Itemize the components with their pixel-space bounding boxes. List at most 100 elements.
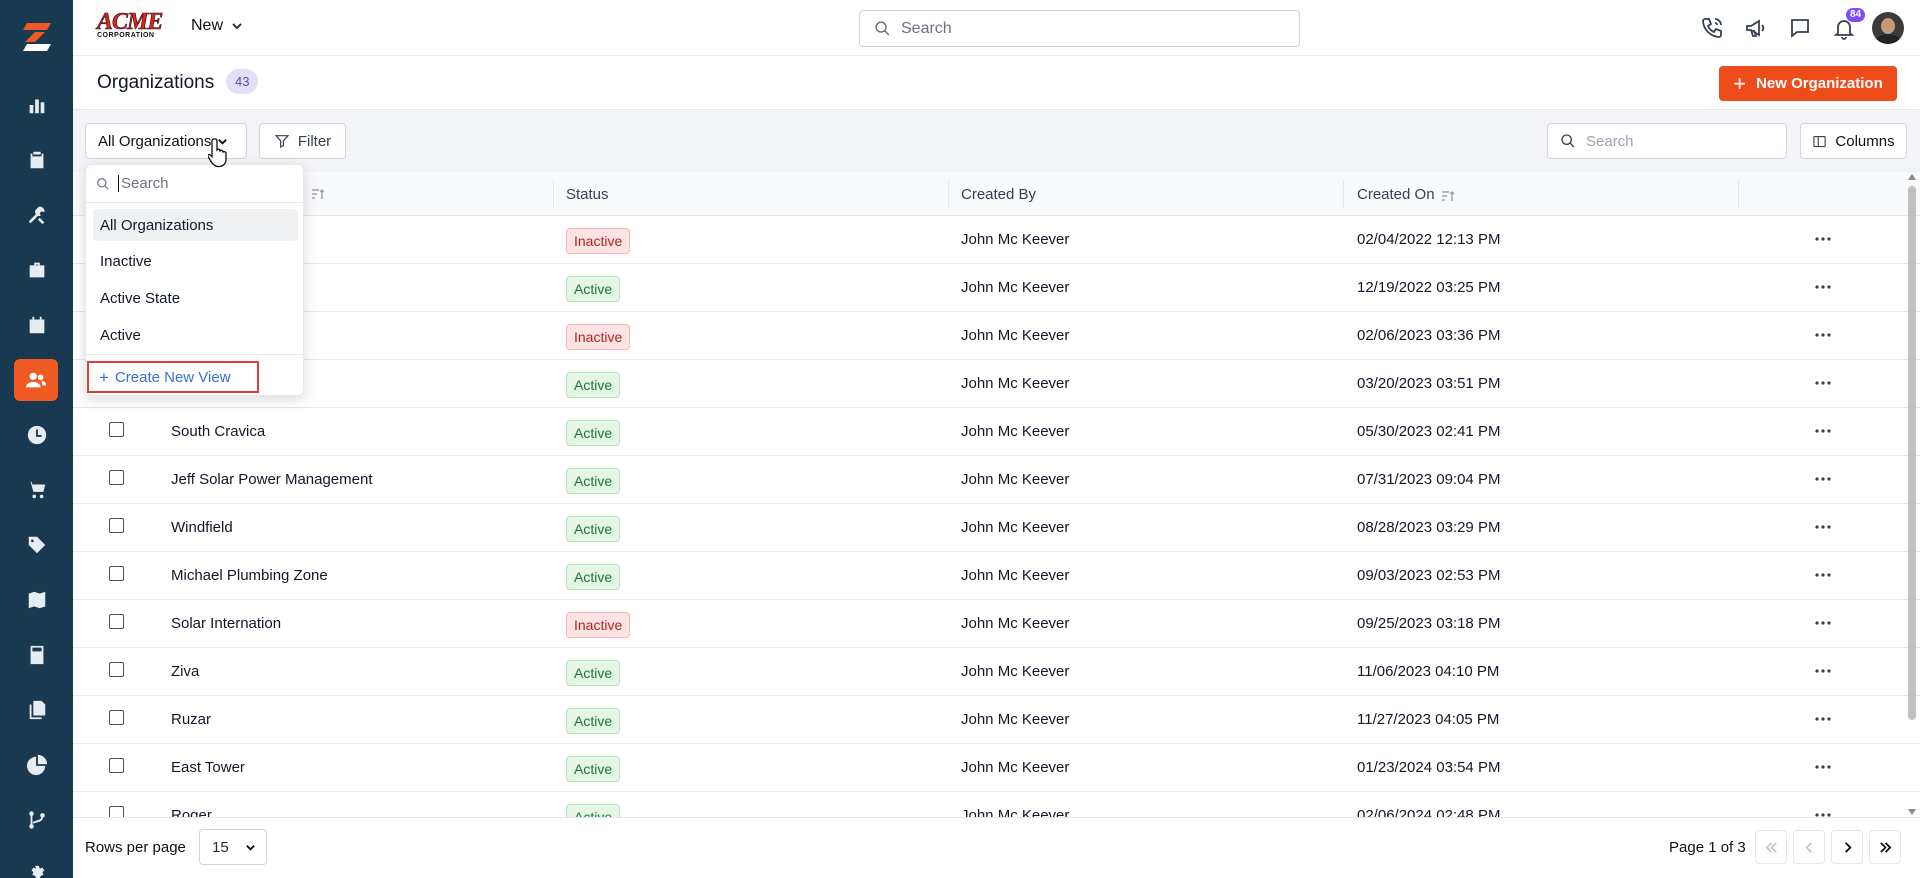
dropdown-option-inactive[interactable]: Inactive bbox=[93, 245, 298, 277]
column-header-created-on[interactable]: Created On bbox=[1357, 186, 1455, 203]
sidebar-item-briefcase[interactable] bbox=[0, 249, 73, 291]
organization-name[interactable]: Windfield bbox=[171, 519, 233, 536]
view-select-label: All Organizations bbox=[98, 132, 212, 150]
row-actions-button[interactable] bbox=[1813, 709, 1833, 729]
table-row[interactable]: Solar Internation Inactive John Mc Keever 0… bbox=[73, 600, 1920, 648]
row-checkbox[interactable] bbox=[109, 518, 124, 533]
row-checkbox[interactable] bbox=[109, 758, 124, 773]
organization-name[interactable]: South Cravica bbox=[171, 423, 265, 440]
row-checkbox[interactable] bbox=[109, 422, 124, 437]
rows-per-page-value: 15 bbox=[212, 838, 229, 856]
row-checkbox[interactable] bbox=[109, 614, 124, 629]
sidebar-item-analytics[interactable] bbox=[0, 744, 73, 786]
announcements-button[interactable] bbox=[1734, 0, 1778, 56]
sidebar-item-reports[interactable] bbox=[0, 84, 73, 126]
table-row[interactable]: Active John Mc Keever 03/20/2023 03:51 PM bbox=[73, 360, 1920, 408]
sidebar-item-map[interactable] bbox=[0, 579, 73, 621]
sidebar-item-calculator[interactable] bbox=[0, 634, 73, 676]
row-checkbox[interactable] bbox=[109, 470, 124, 485]
dropdown-option-active[interactable]: Active bbox=[93, 319, 298, 351]
column-header-status[interactable]: Status bbox=[566, 186, 609, 203]
app-logo-icon[interactable] bbox=[0, 0, 73, 78]
row-actions-button[interactable] bbox=[1813, 613, 1833, 633]
row-actions-button[interactable] bbox=[1813, 421, 1833, 441]
map-icon bbox=[28, 591, 45, 609]
dropdown-option-all-organizations[interactable]: All Organizations bbox=[93, 209, 298, 241]
users-icon bbox=[25, 372, 47, 388]
organization-name[interactable]: Ruzar bbox=[171, 711, 211, 728]
sidebar-item-cart[interactable] bbox=[0, 469, 73, 511]
organization-name[interactable]: Michael Plumbing Zone bbox=[171, 567, 328, 584]
row-checkbox[interactable] bbox=[109, 662, 124, 677]
phone-button[interactable] bbox=[1690, 0, 1734, 56]
organization-name[interactable]: Solar Internation bbox=[171, 615, 281, 632]
row-actions-button[interactable] bbox=[1813, 469, 1833, 489]
sidebar-item-clipboard[interactable] bbox=[0, 139, 73, 181]
sort-icon[interactable] bbox=[311, 187, 325, 199]
row-actions-button[interactable] bbox=[1813, 325, 1833, 345]
table-search-placeholder: Search bbox=[1586, 132, 1634, 150]
table-scrollbar[interactable] bbox=[1906, 172, 1918, 817]
created-by-cell: John Mc Keever bbox=[961, 471, 1070, 488]
new-organization-button[interactable]: + New Organization bbox=[1719, 66, 1897, 101]
table-row[interactable]: Ruzar Active John Mc Keever 11/27/2023 04:0… bbox=[73, 696, 1920, 744]
global-search-input[interactable]: Search bbox=[859, 10, 1300, 47]
row-checkbox[interactable] bbox=[109, 710, 124, 725]
organization-name[interactable]: Jeff Solar Power Management bbox=[171, 471, 373, 488]
filter-button[interactable]: Filter bbox=[259, 123, 346, 159]
sidebar-item-calendar[interactable] bbox=[0, 304, 73, 346]
chat-button[interactable] bbox=[1778, 0, 1822, 56]
status-badge: Active bbox=[566, 756, 621, 782]
calendar-icon bbox=[29, 316, 44, 334]
sort-icon[interactable] bbox=[1441, 189, 1455, 202]
row-actions-button[interactable] bbox=[1813, 805, 1833, 817]
table-row[interactable]: Jeff Solar Power Management Active John Mc… bbox=[73, 456, 1920, 504]
table-row[interactable]: East Tower Active John Mc Keever 01/23/2024… bbox=[73, 744, 1920, 792]
last-page-button[interactable] bbox=[1869, 830, 1901, 864]
previous-page-button[interactable] bbox=[1793, 830, 1825, 864]
next-page-button[interactable] bbox=[1831, 830, 1863, 864]
more-horizontal-icon bbox=[1815, 717, 1831, 721]
rows-per-page-select[interactable]: 15 bbox=[199, 829, 267, 865]
row-actions-button[interactable] bbox=[1813, 373, 1833, 393]
row-actions-button[interactable] bbox=[1813, 277, 1833, 297]
notifications-button[interactable]: 84 bbox=[1822, 0, 1866, 56]
table-row[interactable]: Active John Mc Keever 12/19/2022 03:25 PM bbox=[73, 264, 1920, 312]
row-actions-button[interactable] bbox=[1813, 661, 1833, 681]
acme-logo[interactable]: ACME CORPORATION bbox=[97, 10, 169, 42]
table-row[interactable]: Inactive John Mc Keever 02/06/2023 03:36 P… bbox=[73, 312, 1920, 360]
new-dropdown[interactable]: New bbox=[191, 17, 243, 35]
create-new-view-button[interactable]: + Create New View bbox=[87, 361, 259, 393]
row-checkbox[interactable] bbox=[109, 806, 124, 817]
column-header-created-by[interactable]: Created By bbox=[961, 186, 1036, 203]
user-avatar[interactable] bbox=[1872, 12, 1904, 44]
view-dropdown-menu: All Organizations Inactive Active State … bbox=[85, 164, 305, 396]
sidebar-item-settings[interactable] bbox=[0, 854, 73, 878]
sidebar-item-tools[interactable] bbox=[0, 194, 73, 236]
sidebar-item-time[interactable] bbox=[0, 414, 73, 456]
table-search-input[interactable]: Search bbox=[1547, 123, 1787, 159]
table-row[interactable]: Ziva Active John Mc Keever 11/06/2023 04:10… bbox=[73, 648, 1920, 696]
sidebar-item-contacts[interactable] bbox=[14, 359, 58, 401]
row-actions-button[interactable] bbox=[1813, 757, 1833, 777]
columns-button[interactable]: Columns bbox=[1800, 123, 1907, 159]
dropdown-option-active-state[interactable]: Active State bbox=[93, 282, 298, 314]
created-on-cell: 12/19/2022 03:25 PM bbox=[1357, 279, 1501, 296]
organization-name[interactable]: East Tower bbox=[171, 759, 245, 776]
table-row[interactable]: Roger Active John Mc Keever 02/06/2024 02:4… bbox=[73, 792, 1920, 817]
table-row[interactable]: Windfield Active John Mc Keever 08/28/2023 … bbox=[73, 504, 1920, 552]
table-row[interactable]: Inactive John Mc Keever 02/04/2022 12:13 P… bbox=[73, 216, 1920, 264]
table-row[interactable]: South Cravica Active John Mc Keever 05/30/2… bbox=[73, 408, 1920, 456]
organization-name[interactable]: Roger bbox=[171, 807, 212, 817]
row-actions-button[interactable] bbox=[1813, 229, 1833, 249]
row-actions-button[interactable] bbox=[1813, 517, 1833, 537]
sidebar-item-documents[interactable] bbox=[0, 689, 73, 731]
row-actions-button[interactable] bbox=[1813, 565, 1833, 585]
organization-name[interactable]: Ziva bbox=[171, 663, 199, 680]
sidebar-item-tags[interactable] bbox=[0, 524, 73, 566]
table-row[interactable]: Michael Plumbing Zone Active John Mc Keeve… bbox=[73, 552, 1920, 600]
first-page-button[interactable] bbox=[1755, 830, 1787, 864]
sidebar-item-workflow[interactable] bbox=[0, 799, 73, 841]
row-checkbox[interactable] bbox=[109, 566, 124, 581]
dropdown-search-input[interactable] bbox=[118, 175, 288, 192]
